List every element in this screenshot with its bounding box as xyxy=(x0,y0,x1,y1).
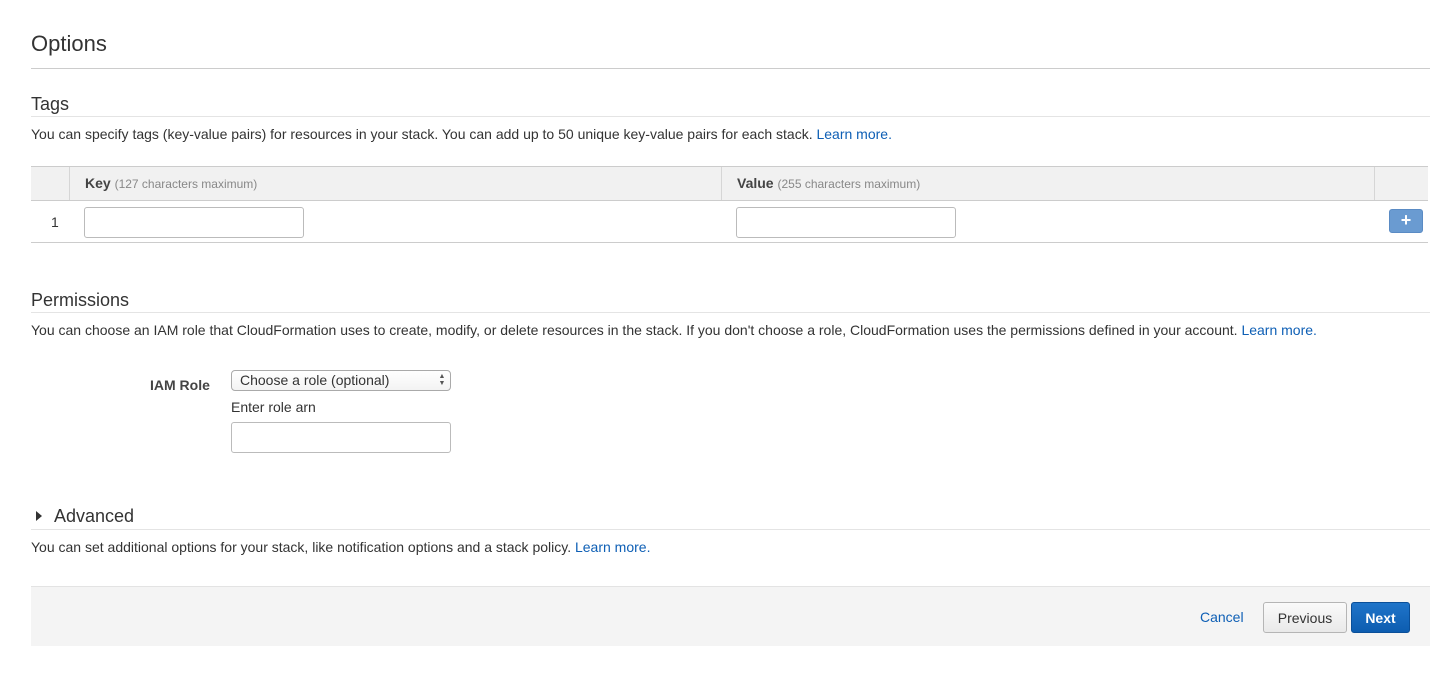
advanced-description-text: You can set additional options for your … xyxy=(31,539,572,555)
row-number-column-header xyxy=(31,167,70,200)
permissions-description: You can choose an IAM role that CloudFor… xyxy=(31,321,1317,339)
title-divider xyxy=(31,68,1430,69)
tags-table-header: Key (127 characters maximum) Value (255 … xyxy=(31,167,1428,201)
tags-description-text: You can specify tags (key-value pairs) f… xyxy=(31,126,813,142)
role-arn-input[interactable] xyxy=(231,422,451,453)
advanced-divider xyxy=(31,529,1430,530)
advanced-learn-more-link[interactable]: Learn more. xyxy=(575,539,650,555)
advanced-description: You can set additional options for your … xyxy=(31,538,650,556)
permissions-description-text: You can choose an IAM role that CloudFor… xyxy=(31,322,1238,338)
iam-role-select-value: Choose a role (optional) xyxy=(240,372,390,388)
key-column-label: Key xyxy=(85,175,111,191)
previous-button[interactable]: Previous xyxy=(1263,602,1347,633)
tag-key-input[interactable] xyxy=(84,207,304,238)
tag-value-input[interactable] xyxy=(736,207,956,238)
next-button[interactable]: Next xyxy=(1351,602,1410,633)
advanced-section-title: Advanced xyxy=(54,506,135,526)
options-page: Options Tags You can specify tags (key-v… xyxy=(0,0,1449,682)
value-column-header: Value (255 characters maximum) xyxy=(722,167,1375,200)
expand-triangle-icon xyxy=(36,511,42,521)
permissions-learn-more-link[interactable]: Learn more. xyxy=(1241,322,1316,338)
plus-icon: + xyxy=(1400,210,1412,230)
permissions-divider xyxy=(31,312,1430,313)
select-arrows-icon: ▲ ▼ xyxy=(438,373,446,387)
advanced-toggle[interactable]: Advanced xyxy=(36,505,134,527)
value-column-label: Value xyxy=(737,175,774,191)
key-column-header: Key (127 characters maximum) xyxy=(70,167,722,200)
iam-role-select[interactable]: Choose a role (optional) ▲ ▼ xyxy=(231,370,451,391)
cancel-link[interactable]: Cancel xyxy=(1200,607,1244,627)
row-index: 1 xyxy=(51,214,59,230)
iam-role-label: IAM Role xyxy=(150,377,210,393)
tags-description: You can specify tags (key-value pairs) f… xyxy=(31,125,892,143)
value-column-hint: (255 characters maximum) xyxy=(777,177,921,191)
permissions-section-title: Permissions xyxy=(31,290,130,310)
actions-column-header xyxy=(1375,167,1428,200)
tags-section-title: Tags xyxy=(31,94,70,114)
add-tag-button[interactable]: + xyxy=(1389,209,1423,233)
tags-divider xyxy=(31,116,1430,117)
tags-learn-more-link[interactable]: Learn more. xyxy=(816,126,891,142)
page-title: Options xyxy=(31,31,107,56)
wizard-footer: Cancel Previous Next xyxy=(31,586,1430,646)
tags-table: Key (127 characters maximum) Value (255 … xyxy=(31,166,1428,243)
key-column-hint: (127 characters maximum) xyxy=(114,177,258,191)
role-arn-label: Enter role arn xyxy=(231,399,316,415)
